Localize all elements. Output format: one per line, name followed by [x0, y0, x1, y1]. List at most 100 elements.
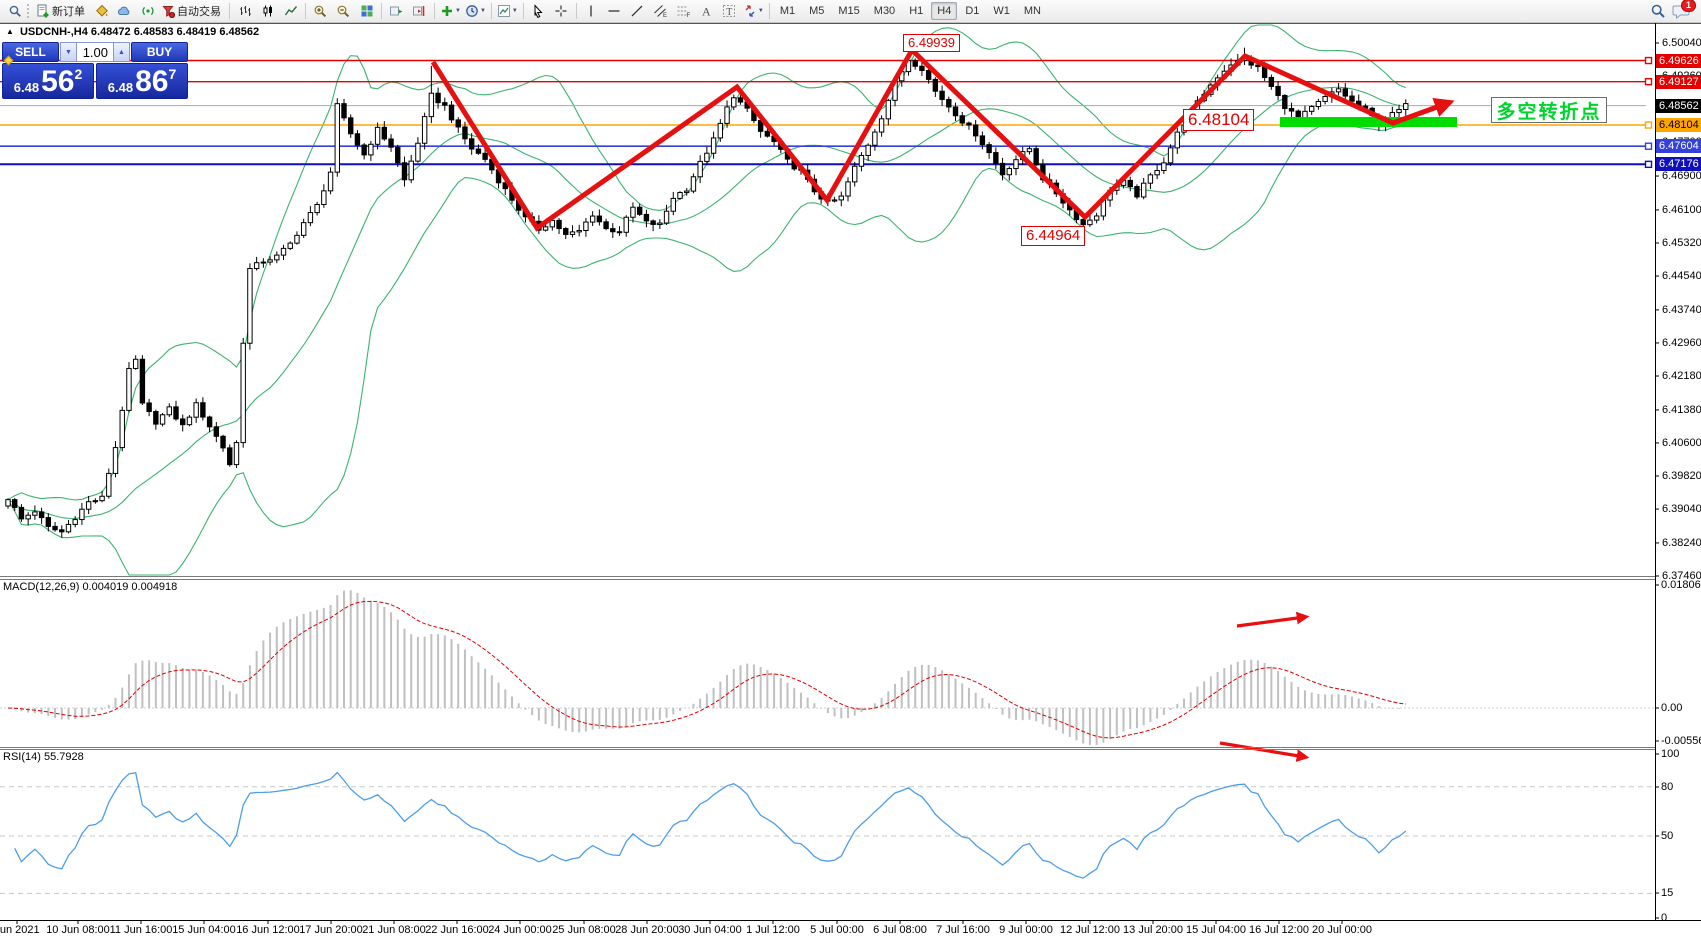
toolbar-separator — [381, 3, 382, 19]
price-tick-label: 6.50040 — [1662, 37, 1701, 49]
price-tick-label: 6.38240 — [1662, 537, 1701, 549]
fibonacci-icon[interactable]: F — [672, 2, 695, 21]
annotation-trough-price[interactable]: 6.44964 — [1021, 226, 1085, 246]
support-zone-bar[interactable] — [1280, 117, 1457, 127]
price-badge: 6.49127 — [1656, 75, 1701, 89]
timeframe-button-w1[interactable]: W1 — [987, 2, 1016, 20]
auto-scroll-icon[interactable] — [385, 2, 408, 21]
price-badge: 6.48104 — [1656, 118, 1701, 132]
symbol-collapse-icon[interactable]: ▲ — [6, 27, 14, 36]
main-toolbar: 新订单 自动交易 ▼ ▼ — [0, 0, 1701, 23]
timeframe-button-m15[interactable]: M15 — [832, 2, 865, 20]
annotation-pivot-price[interactable]: 6.48104 — [1183, 109, 1254, 131]
signals-icon[interactable] — [136, 2, 159, 21]
chart-canvas[interactable] — [0, 0, 1701, 943]
price-badge: 6.49626 — [1656, 54, 1701, 68]
macd-trend-arrow[interactable] — [1237, 617, 1305, 626]
price-tick-label: 6.45320 — [1662, 237, 1701, 249]
indicator-axis-label: 80 — [1661, 781, 1673, 793]
trendline-icon[interactable] — [626, 2, 649, 21]
time-axis-label: 7 Jul 16:00 — [936, 924, 990, 936]
buy-price-prefix: 6.48 — [108, 81, 133, 95]
chevron-down-icon: ▼ — [480, 8, 486, 14]
channel-icon[interactable]: E — [649, 2, 672, 21]
horizontal-line-icon[interactable] — [603, 2, 626, 21]
symbol-ohlc: 6.48472 6.48583 6.48419 6.48562 — [91, 26, 259, 38]
periods-clock-button[interactable]: ▼ — [463, 2, 488, 21]
toolbar-separator — [523, 3, 524, 19]
svg-text:E: E — [663, 13, 667, 18]
magnifier-icon[interactable] — [3, 2, 26, 21]
time-axis-label: 22 Jun 16:00 — [425, 924, 489, 936]
zoom-out-icon[interactable] — [332, 2, 355, 21]
volume-input[interactable]: 1.00 — [77, 42, 113, 62]
candlestick-chart-icon[interactable] — [256, 2, 279, 21]
time-axis-label: 13 Jul 20:00 — [1123, 924, 1183, 936]
time-axis-label: 20 Jul 00:00 — [1312, 924, 1372, 936]
timeframe-button-mn[interactable]: MN — [1018, 2, 1047, 20]
indicator-axis-label: 0 — [1661, 912, 1667, 924]
buy-button[interactable]: BUY — [131, 42, 188, 62]
buy-price-display[interactable]: 6.48 86 7 — [96, 63, 188, 99]
price-level-lines — [0, 58, 1652, 168]
annotation-note-box[interactable]: 多空转折点 — [1491, 97, 1607, 123]
cloud-icon[interactable] — [113, 2, 136, 21]
symbol-header: ▲ USDCNH-,H4 6.48472 6.48583 6.48419 6.4… — [6, 26, 259, 38]
time-axis-label: 17 Jun 20:00 — [299, 924, 363, 936]
time-axis-label: 21 Jun 08:00 — [362, 924, 426, 936]
time-axis-label: 15 Jul 04:00 — [1186, 924, 1246, 936]
bar-chart-icon[interactable] — [233, 2, 256, 21]
timeframe-button-d1[interactable]: D1 — [959, 2, 985, 20]
indicator-axis-label: 15 — [1661, 887, 1673, 899]
toolbar-grip — [27, 4, 31, 18]
templates-button[interactable]: ▼ — [495, 2, 520, 21]
new-order-button[interactable]: 新订单 — [34, 2, 90, 21]
crosshair-icon[interactable] — [550, 2, 573, 21]
zigzag-annotation[interactable] — [433, 50, 1448, 228]
time-axis-label: 12 Jul 12:00 — [1060, 924, 1120, 936]
chevron-down-icon: ▼ — [455, 8, 461, 14]
toolbar-separator — [769, 3, 770, 19]
arrows-tool-button[interactable]: ▼ — [741, 2, 766, 21]
time-axis-label: 25 Jun 08:00 — [552, 924, 616, 936]
timeframe-button-m30[interactable]: M30 — [868, 2, 901, 20]
search-icon[interactable] — [1646, 2, 1669, 21]
paint-bucket-icon[interactable] — [90, 2, 113, 21]
annotation-peak-price[interactable]: 6.49939 — [903, 34, 960, 52]
autotrading-button[interactable]: 自动交易 — [159, 2, 226, 21]
rsi-line — [15, 773, 1406, 879]
line-chart-icon[interactable] — [279, 2, 302, 21]
indicator-axis-label: 100 — [1661, 748, 1679, 760]
cursor-icon[interactable] — [527, 2, 550, 21]
chat-icon[interactable]: 1 — [1669, 2, 1692, 21]
zoom-in-icon[interactable] — [309, 2, 332, 21]
volume-increase-button[interactable]: ▲ — [113, 42, 130, 62]
price-badge: 6.47604 — [1656, 139, 1701, 153]
buy-price-sup: 7 — [168, 67, 176, 81]
indicators-button[interactable]: ▼ — [438, 2, 463, 21]
price-tick-label: 6.42960 — [1662, 337, 1701, 349]
price-tick-label: 6.46900 — [1662, 170, 1701, 182]
timeframe-button-h4[interactable]: H4 — [931, 2, 957, 20]
time-axis-label: 9 Jul 00:00 — [999, 924, 1053, 936]
tile-windows-icon[interactable] — [355, 2, 378, 21]
buy-price-big: 86 — [135, 70, 168, 95]
text-icon[interactable]: A — [695, 2, 718, 21]
timeframe-button-m1[interactable]: M1 — [774, 2, 801, 20]
sell-price-sup: 2 — [74, 67, 82, 81]
vertical-line-icon[interactable] — [580, 2, 603, 21]
svg-text:T: T — [727, 7, 733, 18]
macd-signal-line — [8, 601, 1406, 738]
timeframe-button-h1[interactable]: H1 — [903, 2, 929, 20]
macd-indicator-label: MACD(12,26,9) 0.004019 0.004918 — [3, 581, 177, 593]
chart-shift-icon[interactable] — [408, 2, 431, 21]
label-icon[interactable]: T — [718, 2, 741, 21]
time-axis-label: 10 Jun 08:00 — [46, 924, 110, 936]
toolbar-separator — [305, 3, 306, 19]
volume-decrease-button[interactable]: ▼ — [60, 42, 77, 62]
new-order-label: 新订单 — [51, 3, 88, 19]
timeframe-button-m5[interactable]: M5 — [803, 2, 830, 20]
sell-price-display[interactable]: 6.48 56 2 — [2, 63, 94, 99]
indicator-axis-label: 0.00 — [1661, 702, 1682, 714]
notification-badge: 1 — [1681, 0, 1696, 12]
